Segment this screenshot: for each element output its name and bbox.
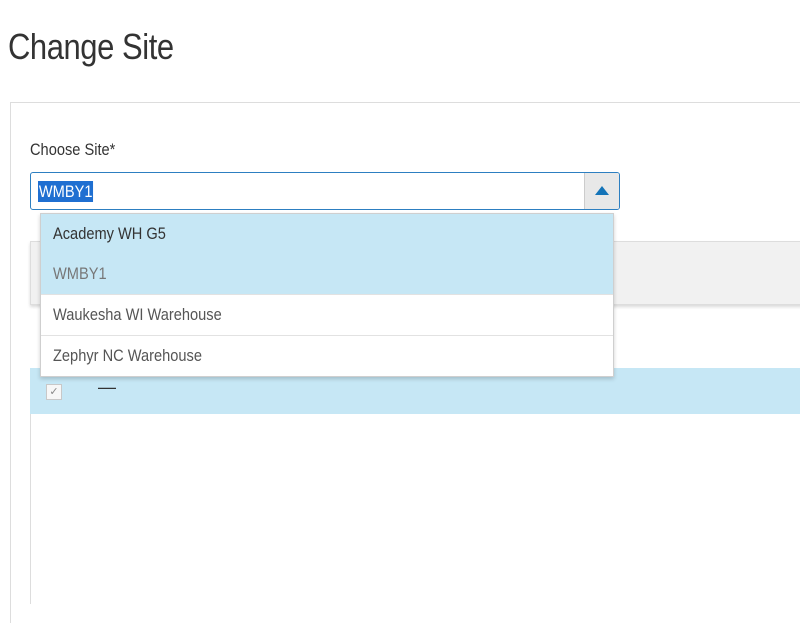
site-select-value[interactable]: WMBY1: [38, 181, 94, 202]
site-select-toggle-button[interactable]: [584, 173, 619, 209]
site-option-waukesha-wi-warehouse[interactable]: Waukesha WI Warehouse: [41, 294, 613, 335]
choose-site-label: Choose Site*: [30, 140, 116, 159]
site-option-zephyr-nc-warehouse[interactable]: Zephyr NC Warehouse: [41, 335, 613, 376]
page-title: Change Site: [8, 26, 174, 67]
row-checkbox[interactable]: ✓: [46, 384, 62, 400]
site-option-label: WMBY1: [53, 264, 107, 283]
site-option-label: Waukesha WI Warehouse: [53, 305, 222, 324]
site-option-label: Zephyr NC Warehouse: [53, 346, 202, 365]
site-select[interactable]: WMBY1: [30, 172, 620, 210]
site-option-academy-wh-g5[interactable]: Academy WH G5: [41, 214, 613, 254]
row-value: —: [98, 377, 116, 397]
site-option-label: Academy WH G5: [53, 224, 166, 243]
caret-up-icon: [595, 186, 609, 195]
site-option-wmby1[interactable]: WMBY1: [41, 254, 613, 294]
grid-border: [30, 414, 31, 604]
site-dropdown-list: Academy WH G5 WMBY1 Waukesha WI Warehous…: [40, 213, 614, 377]
